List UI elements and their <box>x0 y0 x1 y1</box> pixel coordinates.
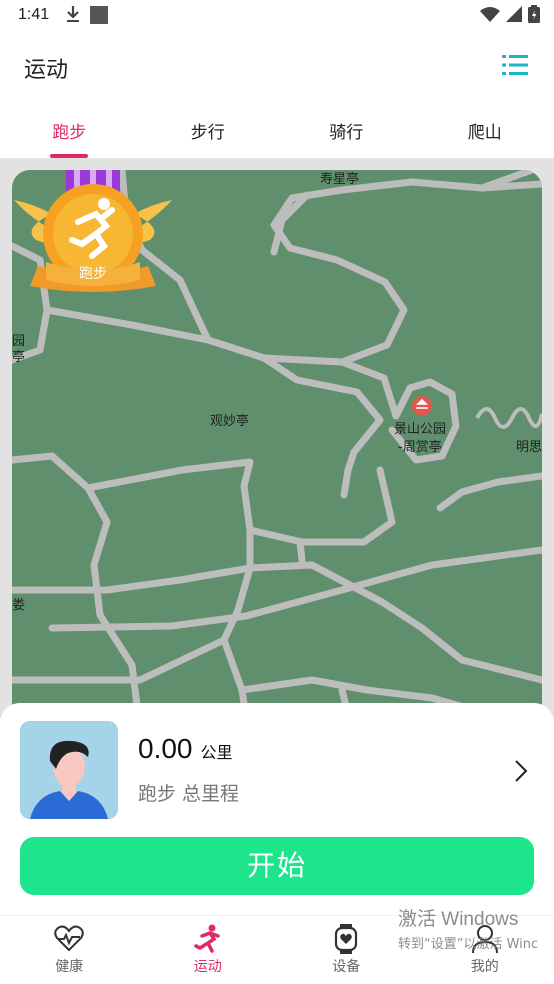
status-bar: 1:41 <box>0 0 554 30</box>
running-medal-icon: 跑步 <box>14 170 172 292</box>
map-label-guanmiao: 观妙亭 <box>210 414 250 429</box>
total-distance-label: 跑步 总里程 <box>138 783 240 805</box>
nav-label-device: 设备 <box>332 959 361 975</box>
nav-item-health[interactable]: 健康 <box>0 916 139 984</box>
bottom-nav: 健康 运动 设备 我的 <box>0 915 554 984</box>
download-icon <box>67 6 79 22</box>
distance-value: 0.00 <box>138 733 193 764</box>
nav-item-sport[interactable]: 运动 <box>139 916 278 984</box>
runner-icon <box>194 924 220 953</box>
tab-walking[interactable]: 步行 <box>139 102 278 158</box>
total-distance: 0.00 公里 <box>138 733 233 765</box>
tab-hiking[interactable]: 爬山 <box>416 102 554 158</box>
nav-item-device[interactable]: 设备 <box>277 916 416 984</box>
map[interactable]: 寿星亭 园 亭 观妙亭 景山公园 -周赏亭 明思 娄 跑步 <box>12 170 542 718</box>
user-avatar-icon <box>20 721 118 819</box>
signal-icon <box>506 6 522 22</box>
app-header: 运动 <box>0 30 554 102</box>
map-label-lou: 娄 <box>12 598 26 613</box>
nav-label-health: 健康 <box>55 959 84 975</box>
wifi-icon <box>480 7 500 22</box>
status-right-icons <box>480 5 540 23</box>
list-menu-icon[interactable] <box>502 54 528 76</box>
avatar[interactable] <box>20 721 118 819</box>
tab-running[interactable]: 跑步 <box>0 102 139 158</box>
chevron-right-icon[interactable] <box>514 759 528 783</box>
map-label-mingsi: 明思 <box>516 440 542 455</box>
person-icon <box>471 925 498 954</box>
start-button[interactable]: 开始 <box>20 837 534 895</box>
nav-label-sport: 运动 <box>193 959 222 975</box>
nav-item-mine[interactable]: 我的 <box>416 916 554 984</box>
medal-label: 跑步 <box>79 266 107 282</box>
map-area: 寿星亭 园 亭 观妙亭 景山公园 -周赏亭 明思 娄 跑步 <box>0 158 554 718</box>
distance-unit: 公里 <box>200 743 233 762</box>
summary-card: 0.00 公里 跑步 总里程 开始 <box>0 703 554 915</box>
sport-tabs: 跑步 步行 骑行 爬山 <box>0 102 554 158</box>
watch-icon <box>335 924 358 954</box>
nav-label-mine: 我的 <box>470 959 499 975</box>
map-label-jingshan: 景山公园 <box>394 422 447 437</box>
map-label-ting: 亭 <box>12 350 26 365</box>
page-title: 运动 <box>24 58 69 83</box>
status-time: 1:41 <box>18 6 50 23</box>
map-label-shouxing: 寿星亭 <box>320 172 360 187</box>
battery-icon <box>528 5 540 23</box>
heartbeat-icon <box>54 925 84 952</box>
notification-square-icon <box>90 6 108 24</box>
map-label-zhoushang: -周赏亭 <box>398 440 442 455</box>
tab-cycling[interactable]: 骑行 <box>277 102 416 158</box>
